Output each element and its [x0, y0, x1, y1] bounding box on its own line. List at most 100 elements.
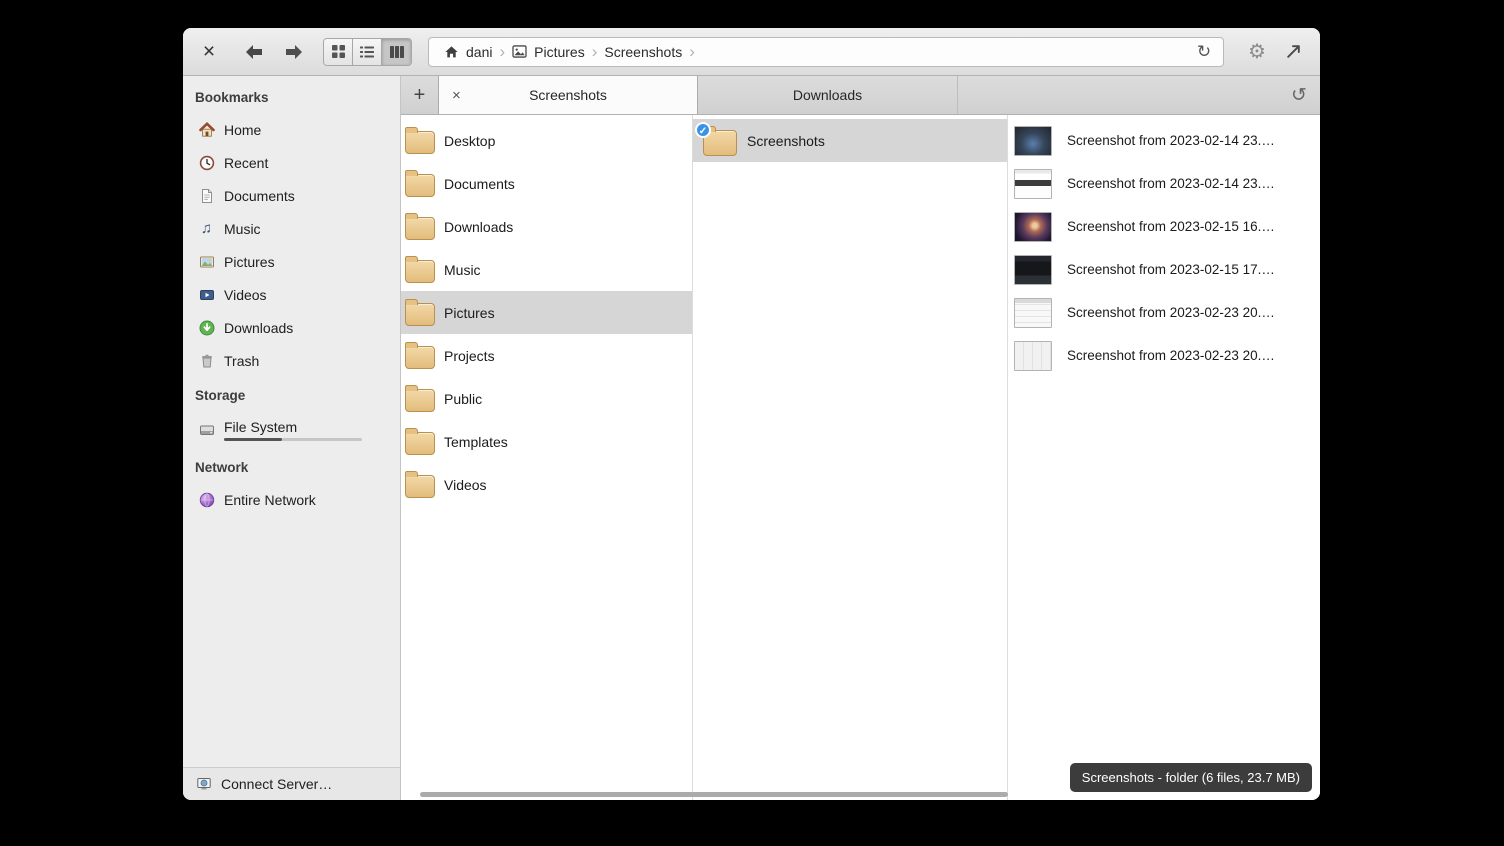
folder-row-music[interactable]: Music: [401, 248, 692, 291]
file-thumbnail: [1014, 169, 1052, 199]
expand-icon: [1285, 43, 1302, 60]
check-badge-icon: ✓: [695, 122, 711, 138]
breadcrumb-label: Screenshots: [604, 44, 682, 60]
sidebar-item-home[interactable]: Home: [183, 113, 400, 146]
sidebar-item-entire-network[interactable]: Entire Network: [183, 483, 400, 516]
sidebar-item-pictures[interactable]: Pictures: [183, 245, 400, 278]
sidebar-item-label: Music: [224, 221, 261, 237]
file-row[interactable]: Screenshot from 2023-02-23 20.…: [1008, 334, 1320, 377]
folder-icon: [405, 389, 435, 412]
window-close-button[interactable]: ×: [197, 41, 221, 62]
file-thumbnail: [1014, 298, 1052, 328]
file-label: Screenshot from 2023-02-14 23.…: [1067, 133, 1275, 148]
breadcrumb-screenshots[interactable]: Screenshots: [599, 44, 687, 60]
miller-column-1: Desktop Documents Downloads Music: [401, 115, 693, 800]
file-thumbnail: [1014, 126, 1052, 156]
chevron-icon: ›: [590, 42, 600, 62]
sidebar-item-label: Trash: [224, 353, 259, 369]
folder-row-public[interactable]: Public: [401, 377, 692, 420]
sidebar-item-recent[interactable]: Recent: [183, 146, 400, 179]
videos-icon: [198, 286, 215, 303]
refresh-button[interactable]: ↻: [1189, 42, 1219, 62]
new-tab-button[interactable]: +: [401, 76, 438, 114]
sidebar-item-label: Videos: [224, 287, 267, 303]
tab-screenshots[interactable]: × Screenshots: [438, 76, 698, 114]
miller-column-3: Screenshot from 2023-02-14 23.… Screensh…: [1008, 115, 1320, 800]
sidebar-section-storage: Storage: [183, 377, 400, 411]
folder-row-projects[interactable]: Projects: [401, 334, 692, 377]
history-button[interactable]: ↺: [1278, 76, 1320, 114]
breadcrumb-pictures[interactable]: Pictures: [507, 44, 590, 60]
file-row[interactable]: Screenshot from 2023-02-14 23.…: [1008, 162, 1320, 205]
disk-usage-fill: [224, 438, 282, 441]
file-label: Screenshot from 2023-02-23 20.…: [1067, 348, 1275, 363]
folder-icon: ✓: [703, 130, 737, 156]
folder-row-documents[interactable]: Documents: [401, 162, 692, 205]
fullscreen-button[interactable]: [1280, 43, 1306, 60]
sidebar-item-documents[interactable]: Documents: [183, 179, 400, 212]
folder-label: Templates: [444, 434, 508, 450]
trash-icon: [198, 352, 215, 369]
sidebar-item-label: Entire Network: [224, 492, 316, 508]
nav-buttons: [243, 43, 305, 61]
folder-icon: [405, 131, 435, 154]
main-content: + × Screenshots Downloads ↺ Desktop: [401, 76, 1320, 800]
headerbar: × dani ›: [183, 28, 1320, 76]
folder-row-desktop[interactable]: Desktop: [401, 119, 692, 162]
sidebar-item-label: Downloads: [224, 320, 293, 336]
file-manager-window: × dani ›: [183, 28, 1320, 800]
list-view-button[interactable]: [353, 39, 382, 65]
settings-gear-button[interactable]: ⚙: [1242, 39, 1272, 64]
back-button[interactable]: [243, 43, 265, 61]
sidebar-item-trash[interactable]: Trash: [183, 344, 400, 377]
folder-label: Desktop: [444, 133, 495, 149]
file-thumbnail: [1014, 341, 1052, 371]
folder-icon: [405, 217, 435, 240]
breadcrumb-label: dani: [466, 44, 492, 60]
sidebar-item-music[interactable]: ♫ Music: [183, 212, 400, 245]
horizontal-scrollbar[interactable]: [420, 792, 1008, 797]
file-row[interactable]: Screenshot from 2023-02-15 17.…: [1008, 248, 1320, 291]
folder-row-videos[interactable]: Videos: [401, 463, 692, 506]
forward-arrow-icon: [283, 43, 305, 61]
chevron-icon: ›: [497, 42, 507, 62]
back-arrow-icon: [243, 43, 265, 61]
home-icon: [444, 45, 459, 59]
folder-row-screenshots[interactable]: ✓ Screenshots: [693, 119, 1007, 162]
folder-row-pictures[interactable]: Pictures: [401, 291, 692, 334]
folder-label: Music: [444, 262, 481, 278]
file-row[interactable]: Screenshot from 2023-02-15 16.…: [1008, 205, 1320, 248]
folder-icon: [405, 260, 435, 283]
sidebar: Bookmarks Home Recent Documents: [183, 76, 401, 800]
connect-server-button[interactable]: Connect Server…: [183, 767, 400, 800]
sidebar-item-label: Home: [224, 122, 261, 138]
grid-view-button[interactable]: [324, 39, 353, 65]
file-row[interactable]: Screenshot from 2023-02-14 23.…: [1008, 119, 1320, 162]
breadcrumb-home[interactable]: dani: [439, 44, 497, 60]
folder-row-templates[interactable]: Templates: [401, 420, 692, 463]
file-label: Screenshot from 2023-02-23 20.…: [1067, 305, 1275, 320]
folder-icon: [405, 475, 435, 498]
disk-usage-bar: [224, 438, 362, 441]
sidebar-item-label: Recent: [224, 155, 268, 171]
grid-view-icon: [332, 45, 345, 58]
forward-button[interactable]: [283, 43, 305, 61]
folder-row-downloads[interactable]: Downloads: [401, 205, 692, 248]
sidebar-item-videos[interactable]: Videos: [183, 278, 400, 311]
column-view-icon: [390, 46, 404, 58]
window-body: Bookmarks Home Recent Documents: [183, 76, 1320, 800]
pictures-icon: [198, 253, 215, 270]
sidebar-section-network: Network: [183, 449, 400, 483]
path-breadcrumb-bar[interactable]: dani › Pictures › Screenshots › ↻: [428, 37, 1224, 67]
recent-clock-icon: [198, 154, 215, 171]
folder-label: Documents: [444, 176, 515, 192]
tab-close-icon[interactable]: ×: [452, 87, 461, 104]
chevron-icon: ›: [687, 42, 697, 62]
column-view-button[interactable]: [382, 39, 411, 65]
folder-label: Videos: [444, 477, 487, 493]
file-row[interactable]: Screenshot from 2023-02-23 20.…: [1008, 291, 1320, 334]
downloads-icon: [198, 319, 215, 336]
sidebar-item-filesystem[interactable]: File System: [183, 411, 400, 449]
tab-downloads[interactable]: Downloads: [698, 76, 958, 114]
sidebar-item-downloads[interactable]: Downloads: [183, 311, 400, 344]
